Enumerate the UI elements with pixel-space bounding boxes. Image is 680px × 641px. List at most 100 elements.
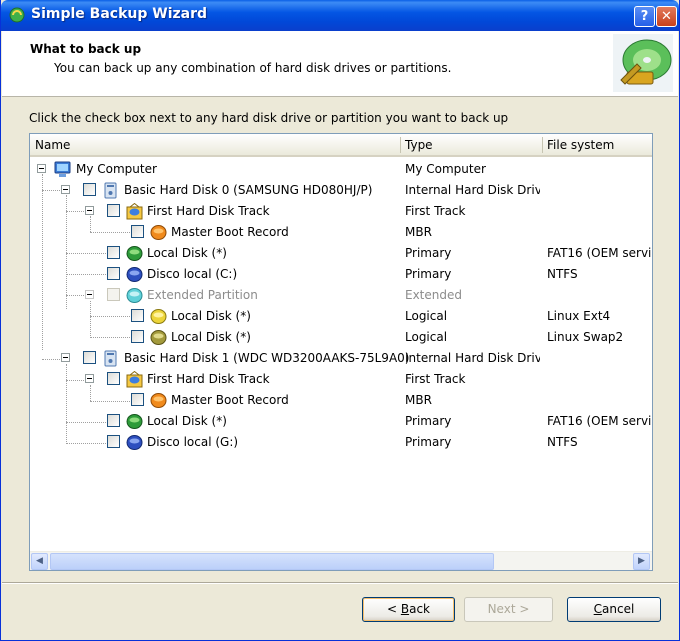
row-name: Basic Hard Disk 1 (WDC WD3200AAKS-75L9A0… [124,351,410,365]
tree-row-first-track[interactable]: First Hard Disk Track First Track [30,369,652,390]
extended-partition-icon [126,288,143,303]
master-boot-record-checkbox[interactable] [131,225,144,238]
first-track-icon [126,203,143,220]
next-button[interactable]: Next > [464,597,553,622]
column-divider[interactable] [400,137,401,153]
row-type: MBR [405,225,432,239]
row-file-system: Linux Swap2 [547,330,624,344]
cancel-button-label: ancel [602,602,635,616]
collapse-toggle[interactable] [61,353,70,362]
column-name[interactable]: Name [35,138,70,152]
computer-icon [54,161,71,177]
tree-rows: My Computer My Computer Basic Hard Disk … [30,159,652,551]
extended-partition-checkbox [107,288,120,301]
scroll-thumb[interactable] [50,553,494,570]
cancel-button[interactable]: Cancel [567,597,661,622]
hard-disk-icon [104,182,117,199]
master-boot-record-checkbox[interactable] [131,393,144,406]
row-name: Disco local (G:) [147,435,239,449]
column-file-system[interactable]: File system [547,138,614,152]
row-type: Extended [405,288,462,302]
row-name: First Hard Disk Track [147,372,270,386]
first-track-icon [126,371,143,388]
row-type: Primary [405,267,452,281]
collapse-toggle [85,290,94,299]
wizard-header: What to back up You can back up any comb… [2,31,678,97]
column-header: Name Type File system [30,134,652,157]
collapse-toggle[interactable] [37,164,46,173]
local-disk-ext4-checkbox[interactable] [131,309,144,322]
local-disk-checkbox[interactable] [107,414,120,427]
blue-disk-icon [126,435,143,450]
row-name: Local Disk (*) [147,414,227,428]
hard-disk-0-checkbox[interactable] [83,183,96,196]
instruction-text: Click the check box next to any hard dis… [29,111,509,125]
disco-local-c-checkbox[interactable] [107,267,120,280]
row-type: First Track [405,204,466,218]
row-type: Primary [405,435,452,449]
orange-disk-icon [150,225,167,240]
row-name: Disco local (C:) [147,267,238,281]
row-type: My Computer [405,162,486,176]
green-disk-icon [126,414,143,429]
green-disk-icon [126,246,143,261]
tree-row-master-boot-record[interactable]: Master Boot Record MBR [30,222,652,243]
collapse-toggle[interactable] [61,185,70,194]
tree-row-first-track[interactable]: First Hard Disk Track First Track [30,201,652,222]
row-name: My Computer [76,162,157,176]
back-button-label: ack [409,602,430,616]
back-button[interactable]: < Back [362,597,455,622]
local-disk-checkbox[interactable] [107,246,120,259]
tree-row-disco-local-g[interactable]: Disco local (G:) Primary NTFS [30,432,652,453]
row-type: Logical [405,330,448,344]
scroll-right-icon[interactable]: ▶ [633,553,650,570]
horizontal-scrollbar[interactable]: ◀ ▶ [30,551,652,570]
tree-row-disco-local-c[interactable]: Disco local (C:) Primary NTFS [30,264,652,285]
tree-row-master-boot-record[interactable]: Master Boot Record MBR [30,390,652,411]
title-bar[interactable]: Simple Backup Wizard ? ✕ [1,0,679,31]
row-file-system: NTFS [547,435,578,449]
app-icon [9,7,25,23]
tree-row-my-computer[interactable]: My Computer My Computer [30,159,652,180]
first-track-checkbox[interactable] [107,372,120,385]
row-type: Logical [405,309,448,323]
tree-row-hard-disk-1[interactable]: Basic Hard Disk 1 (WDC WD3200AAKS-75L9A0… [30,348,652,369]
page-subtitle: You can back up any combination of hard … [54,61,452,75]
row-name: Local Disk (*) [171,330,251,344]
column-divider[interactable] [542,137,543,153]
row-name: Master Boot Record [171,393,289,407]
collapse-toggle[interactable] [85,374,94,383]
backup-wizard-window: Simple Backup Wizard ? ✕ What to back up… [0,0,680,641]
row-type: Primary [405,414,452,428]
back-button-prefix: < [386,602,401,616]
collapse-toggle[interactable] [85,206,94,215]
back-button-accel: B [400,602,410,616]
hard-disk-icon [104,350,117,367]
yellow-disk-icon [150,309,167,324]
row-file-system: NTFS [547,267,578,281]
tree-row-local-disk-ext4[interactable]: Local Disk (*) Logical Linux Ext4 [30,306,652,327]
first-track-checkbox[interactable] [107,204,120,217]
partition-list[interactable]: Name Type File system My Computer My Com… [29,133,653,571]
row-name: Basic Hard Disk 0 (SAMSUNG HD080HJ/P) [124,183,373,197]
tree-row-local-disk[interactable]: Local Disk (*) Primary FAT16 (OEM servi [30,411,652,432]
row-name: Local Disk (*) [171,309,251,323]
tree-row-local-disk[interactable]: Local Disk (*) Primary FAT16 (OEM servi [30,243,652,264]
cancel-button-accel: C [593,602,603,616]
row-type: Primary [405,246,452,260]
column-type[interactable]: Type [405,138,433,152]
row-type: First Track [405,372,466,386]
row-file-system: FAT16 (OEM servi [547,414,652,428]
help-button[interactable]: ? [634,6,655,27]
tree-row-hard-disk-0[interactable]: Basic Hard Disk 0 (SAMSUNG HD080HJ/P) In… [30,180,652,201]
row-name: Extended Partition [147,288,258,302]
local-disk-swap-checkbox[interactable] [131,330,144,343]
row-type: Internal Hard Disk Drive [405,351,540,365]
hard-disk-1-checkbox[interactable] [83,351,96,364]
close-button[interactable]: ✕ [656,6,677,27]
scroll-left-icon[interactable]: ◀ [31,553,48,570]
tree-row-extended-partition: Extended Partition Extended [30,285,652,306]
disco-local-g-checkbox[interactable] [107,435,120,448]
tree-row-local-disk-swap[interactable]: Local Disk (*) Logical Linux Swap2 [30,327,652,348]
footer-divider [2,582,678,584]
